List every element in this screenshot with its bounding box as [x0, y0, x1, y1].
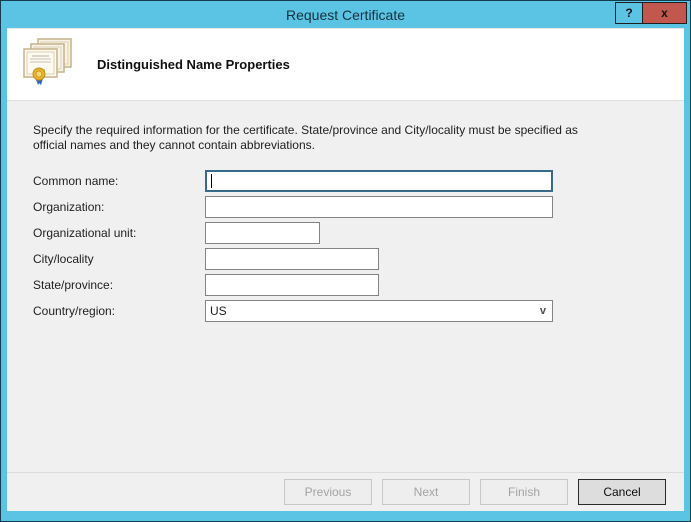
city-locality-input[interactable]: [205, 248, 379, 270]
form-row-organization: Organization:: [33, 196, 658, 218]
common-name-input[interactable]: [205, 170, 553, 192]
chevron-down-icon: v: [540, 305, 546, 317]
form-row-common-name: Common name:: [33, 170, 658, 192]
cancel-button[interactable]: Cancel: [578, 479, 666, 505]
page-title: Distinguished Name Properties: [97, 57, 290, 72]
dialog-surface: Distinguished Name Properties Specify th…: [7, 28, 684, 511]
text-caret: [211, 174, 212, 188]
next-button[interactable]: Next: [382, 479, 470, 505]
organizational-unit-label: Organizational unit:: [33, 226, 205, 240]
country-region-select[interactable]: US v: [205, 300, 553, 322]
close-icon: x: [661, 6, 668, 20]
form-row-state-province: State/province:: [33, 274, 658, 296]
form-row-country-region: Country/region: US v: [33, 300, 658, 322]
request-certificate-window: Request Certificate ? x: [0, 0, 691, 522]
dialog-footer: Previous Next Finish Cancel: [7, 472, 684, 511]
distinguished-name-form: Common name: Organization: Organizationa…: [33, 170, 658, 322]
finish-button[interactable]: Finish: [480, 479, 568, 505]
common-name-label: Common name:: [33, 174, 205, 188]
window-title: Request Certificate: [286, 7, 405, 23]
country-region-selected-value: US: [210, 304, 227, 318]
help-icon: ?: [625, 6, 632, 20]
organization-input[interactable]: [205, 196, 553, 218]
form-row-organizational-unit: Organizational unit:: [33, 222, 658, 244]
close-button[interactable]: x: [643, 2, 687, 24]
country-region-label: Country/region:: [33, 304, 205, 318]
form-row-city-locality: City/locality: [33, 248, 658, 270]
titlebar: Request Certificate ? x: [1, 1, 690, 28]
organizational-unit-input[interactable]: [205, 222, 320, 244]
help-button[interactable]: ?: [615, 2, 643, 24]
dialog-header: Distinguished Name Properties: [7, 29, 684, 101]
state-province-input[interactable]: [205, 274, 379, 296]
organization-label: Organization:: [33, 200, 205, 214]
certificates-stack-icon: [20, 37, 74, 92]
state-province-label: State/province:: [33, 278, 205, 292]
previous-button[interactable]: Previous: [284, 479, 372, 505]
city-locality-label: City/locality: [33, 252, 205, 266]
window-controls: ? x: [615, 2, 687, 24]
dialog-body: Specify the required information for the…: [7, 101, 684, 472]
instructions-text: Specify the required information for the…: [33, 123, 589, 153]
